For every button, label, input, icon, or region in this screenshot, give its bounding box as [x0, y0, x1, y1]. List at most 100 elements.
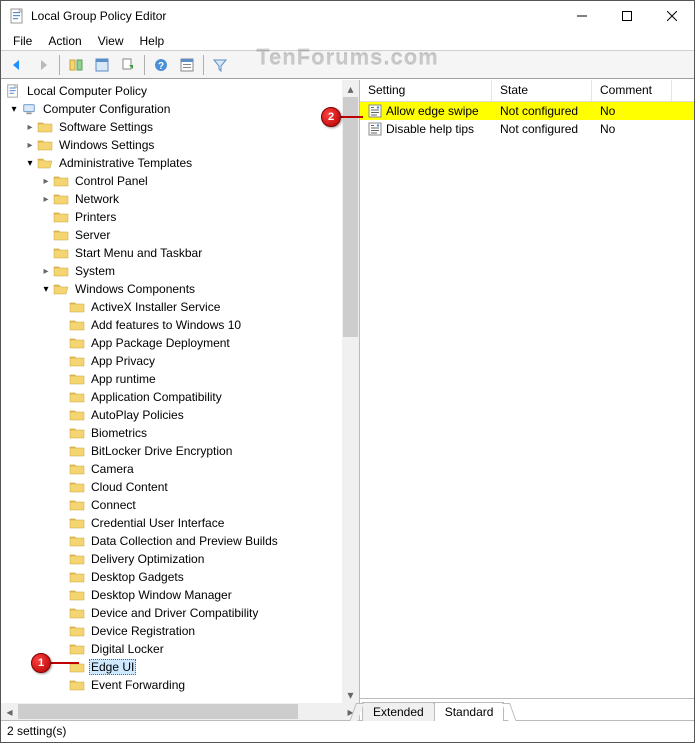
- column-header-state[interactable]: State: [492, 80, 592, 101]
- folder-icon: [69, 444, 85, 458]
- expand-arrow-icon[interactable]: ▾: [39, 284, 53, 295]
- scroll-thumb[interactable]: [18, 704, 298, 719]
- expand-arrow-icon[interactable]: ▸: [23, 122, 37, 133]
- tree-item[interactable]: Credential User Interface: [3, 514, 359, 532]
- tree-item[interactable]: ▸Control Panel: [3, 172, 359, 190]
- expand-arrow-icon[interactable]: ▾: [7, 104, 21, 115]
- menu-bar: File Action View Help: [1, 31, 694, 51]
- folder-icon: [53, 264, 69, 278]
- tree-item[interactable]: Desktop Window Manager: [3, 586, 359, 604]
- options-button[interactable]: [175, 53, 199, 77]
- export-list-button[interactable]: [116, 53, 140, 77]
- list-header: Setting State Comment: [360, 80, 694, 102]
- tree-horizontal-scrollbar[interactable]: ◂ ▸: [1, 703, 359, 720]
- expand-arrow-icon[interactable]: ▸: [39, 194, 53, 205]
- tree-item-administrative-templates[interactable]: ▾ Administrative Templates: [3, 154, 359, 172]
- show-hide-tree-button[interactable]: [64, 53, 88, 77]
- back-button[interactable]: [5, 53, 29, 77]
- scroll-thumb[interactable]: [343, 97, 358, 337]
- forward-button[interactable]: [31, 53, 55, 77]
- menu-file[interactable]: File: [5, 32, 40, 50]
- tree-vertical-scrollbar[interactable]: ▴ ▾: [342, 80, 359, 703]
- tree-label: App runtime: [89, 372, 158, 386]
- scroll-left-icon[interactable]: ◂: [1, 703, 18, 720]
- tree-item-software-settings[interactable]: ▸ Software Settings: [3, 118, 359, 136]
- menu-action[interactable]: Action: [40, 32, 89, 50]
- list-row[interactable]: Disable help tipsNot configuredNo: [360, 120, 694, 138]
- tab-extended[interactable]: Extended: [362, 702, 435, 721]
- tree-item[interactable]: App Package Deployment: [3, 334, 359, 352]
- tree-label: Administrative Templates: [57, 156, 194, 170]
- folder-icon: [37, 138, 53, 152]
- tree-item[interactable]: App Privacy: [3, 352, 359, 370]
- menu-view[interactable]: View: [90, 32, 132, 50]
- minimize-button[interactable]: [559, 1, 604, 31]
- folder-icon: [37, 120, 53, 134]
- tree-label: Device Registration: [89, 624, 197, 638]
- scroll-down-icon[interactable]: ▾: [342, 686, 359, 703]
- folder-icon: [69, 372, 85, 386]
- folder-open-icon: [37, 156, 53, 170]
- tree-item[interactable]: Application Compatibility: [3, 388, 359, 406]
- tree-item[interactable]: ActiveX Installer Service: [3, 298, 359, 316]
- setting-icon: [368, 104, 382, 118]
- tree-item[interactable]: Digital Locker: [3, 640, 359, 658]
- tree-label: Edge UI: [89, 659, 136, 675]
- menu-help[interactable]: Help: [132, 32, 173, 50]
- tree-item[interactable]: Cloud Content: [3, 478, 359, 496]
- filter-button[interactable]: [208, 53, 232, 77]
- toolbar-separator: [144, 55, 145, 75]
- folder-icon: [69, 534, 85, 548]
- setting-icon: [368, 122, 382, 136]
- tree-item[interactable]: Data Collection and Preview Builds: [3, 532, 359, 550]
- column-header-setting[interactable]: Setting: [360, 80, 492, 101]
- toolbar-separator: [203, 55, 204, 75]
- tree-root-item[interactable]: Local Computer Policy: [3, 82, 359, 100]
- tab-standard[interactable]: Standard: [434, 702, 505, 721]
- cell-setting: Disable help tips: [360, 122, 492, 136]
- tree-item[interactable]: BitLocker Drive Encryption: [3, 442, 359, 460]
- tree-item[interactable]: Device and Driver Compatibility: [3, 604, 359, 622]
- tree-item[interactable]: Camera: [3, 460, 359, 478]
- folder-icon: [69, 678, 85, 692]
- tree-item[interactable]: Desktop Gadgets: [3, 568, 359, 586]
- content-area: Local Computer Policy ▾ Computer Configu…: [1, 79, 694, 720]
- tree-item[interactable]: ▸System: [3, 262, 359, 280]
- column-header-comment[interactable]: Comment: [592, 80, 672, 101]
- folder-icon: [69, 462, 85, 476]
- expand-arrow-icon[interactable]: ▸: [39, 176, 53, 187]
- tree-item[interactable]: Start Menu and Taskbar: [3, 244, 359, 262]
- tree-item-windows-components[interactable]: ▾ Windows Components: [3, 280, 359, 298]
- tree-item[interactable]: Device Registration: [3, 622, 359, 640]
- list-row[interactable]: Allow edge swipeNot configuredNo: [360, 102, 694, 120]
- view-tabs: Extended Standard: [360, 698, 694, 720]
- tree-item[interactable]: Biometrics: [3, 424, 359, 442]
- tree-item[interactable]: Add features to Windows 10: [3, 316, 359, 334]
- tree-item[interactable]: Delivery Optimization: [3, 550, 359, 568]
- expand-arrow-icon[interactable]: ▾: [23, 158, 37, 169]
- tree-item[interactable]: AutoPlay Policies: [3, 406, 359, 424]
- tree-item[interactable]: Printers: [3, 208, 359, 226]
- tree-view[interactable]: Local Computer Policy ▾ Computer Configu…: [1, 80, 359, 703]
- tree-item[interactable]: Event Forwarding: [3, 676, 359, 694]
- tree-label: Device and Driver Compatibility: [89, 606, 260, 620]
- tree-item[interactable]: App runtime: [3, 370, 359, 388]
- scroll-up-icon[interactable]: ▴: [342, 80, 359, 97]
- computer-icon: [21, 102, 37, 116]
- help-button[interactable]: ?: [149, 53, 173, 77]
- tree-item[interactable]: ▸ Network: [3, 190, 359, 208]
- tree-item-computer-configuration[interactable]: ▾ Computer Configuration: [3, 100, 359, 118]
- expand-arrow-icon[interactable]: ▸: [39, 266, 53, 277]
- tree-item[interactable]: Server: [3, 226, 359, 244]
- cell-comment: No: [592, 122, 672, 136]
- tree-label: Software Settings: [57, 120, 155, 134]
- svg-text:?: ?: [158, 61, 164, 72]
- maximize-button[interactable]: [604, 1, 649, 31]
- close-button[interactable]: [649, 1, 694, 31]
- tree-item[interactable]: Connect: [3, 496, 359, 514]
- tree-item-windows-settings[interactable]: ▸ Windows Settings: [3, 136, 359, 154]
- tree-item-selected[interactable]: Edge UI: [3, 658, 359, 676]
- properties-button[interactable]: [90, 53, 114, 77]
- expand-arrow-icon[interactable]: ▸: [23, 140, 37, 151]
- tree-label: Network: [73, 192, 121, 206]
